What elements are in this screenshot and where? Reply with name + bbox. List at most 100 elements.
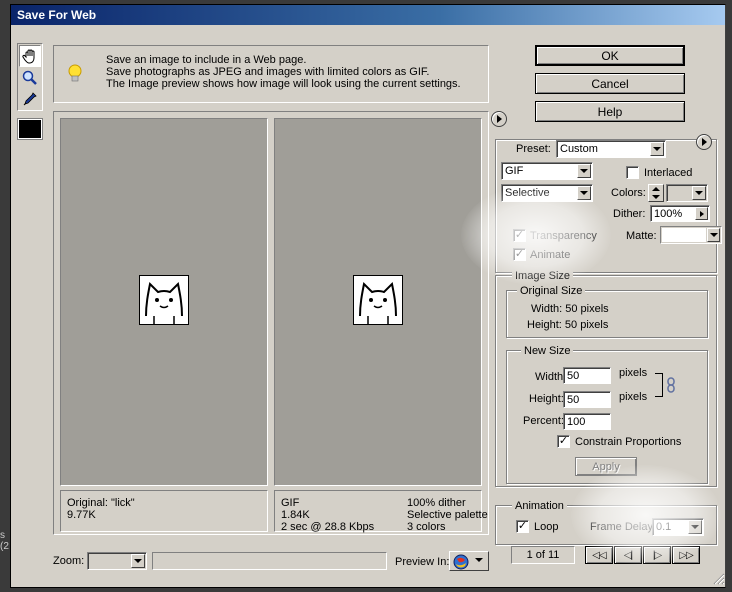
play-arrow-icon [701,138,707,146]
toolbox [17,43,43,111]
apply-button[interactable]: Apply [575,457,637,476]
palette-value: Selective [505,187,550,199]
save-for-web-dialog: Save For Web Save an image to include in… [10,4,726,588]
play-arrow-icon [496,115,502,123]
transparency-checkbox[interactable]: ✓ [513,229,526,242]
frame-delay-label: Frame Delay: [590,521,657,533]
browser-icon [453,554,469,573]
preview-in-label: Preview In: [395,556,450,568]
chevron-down-icon [577,186,591,200]
info-panel: Save an image to include in a Web page. … [53,45,489,103]
optimized-image-thumbnail [353,275,403,325]
optimized-colors: 3 colors [407,521,446,533]
constrain-proportions-label: Constrain Proportions [575,436,682,448]
dither-slider-button[interactable] [695,207,708,220]
loop-label: Loop [534,521,559,533]
image-size-title: Image Size [512,270,574,282]
format-dropdown[interactable]: GIF [501,162,593,180]
optimize-menu-left-button[interactable] [491,111,507,127]
resize-grip[interactable] [711,571,725,585]
colors-label: Colors: [611,187,646,199]
original-info: Original: "lick" 9.77K [60,490,268,532]
chevron-down-icon [692,186,706,200]
chain-link-icon [667,377,675,396]
constrain-link-bracket [655,373,663,397]
dither-label: Dither: [613,208,646,220]
original-width: Width: 50 pixels [531,303,609,315]
original-image-thumbnail [139,275,189,325]
chevron-down-icon [475,558,483,562]
next-frame-button[interactable]: |▷ [643,546,671,564]
info-line-3: The Image preview shows how image will l… [106,78,461,90]
original-size-title: Original Size [517,285,586,297]
optimized-info: GIF 1.84K 2 sec @ 28.8 Kbps 100% dither … [274,490,488,533]
ok-button[interactable]: OK [535,45,685,66]
status-bar [152,552,387,570]
settings-group: Preset: Custom GIF Selective Interlaced … [495,134,722,273]
width-unit-label: pixels [619,367,648,379]
interlaced-label: Interlaced [644,167,693,179]
animate-checkbox[interactable]: ✓ [513,248,526,261]
preset-label: Preset: [516,143,551,155]
chevron-down-icon [650,142,664,156]
original-preview-pane[interactable] [60,118,268,486]
original-height: Height: 50 pixels [527,319,609,331]
loop-checkbox[interactable]: ✓ [516,520,529,533]
window-title: Save For Web [11,5,725,25]
zoom-icon[interactable] [19,67,41,89]
preview-area: Original: "lick" 9.77K GIF 1.84K 2 sec @… [53,111,489,535]
animation-title: Animation [512,500,567,512]
matte-label: Matte: [626,230,657,242]
new-width-label: Width: [535,371,567,383]
optimized-preview-pane[interactable] [274,118,482,486]
new-height-label: Height: [529,393,564,405]
eyedropper-color-swatch[interactable] [17,118,43,140]
dither-value: 100% [654,208,683,220]
matte-color-swatch [662,228,706,242]
background-app: s (2 [0,0,10,592]
background-app-text: s (2 [0,530,9,552]
interlaced-checkbox[interactable] [626,166,639,179]
palette-dropdown[interactable]: Selective [501,184,593,202]
new-size-title: New Size [521,345,574,357]
new-height-input[interactable]: 50 [563,391,611,408]
new-size-group: New Size Width: 50 pixels Height: 50 pix… [506,345,708,484]
previous-frame-button[interactable]: ◁| [614,546,642,564]
chevron-down-icon [577,164,591,178]
original-size: 9.77K [67,509,96,521]
height-unit-label: pixels [619,391,648,403]
frame-delay-value: 0.1 [656,521,672,533]
chevron-down-icon [688,520,702,534]
preset-value: Custom [560,143,598,155]
zoom-label: Zoom: [53,555,85,567]
image-size-group: Image Size Original Size Width: 50 pixel… [495,270,717,487]
lightbulb-icon [68,64,82,87]
first-frame-button[interactable]: ◁◁ [585,546,613,564]
last-frame-button[interactable]: ▷▷ [672,546,700,564]
format-value: GIF [505,165,524,177]
new-width-input[interactable]: 50 [563,367,611,384]
help-button[interactable]: Help [535,101,685,122]
dither-input[interactable]: 100% [650,205,710,222]
matte-color-dropdown[interactable] [660,226,722,244]
zoom-dropdown[interactable] [87,552,147,570]
preset-dropdown[interactable]: Custom [556,140,666,158]
frame-counter: 1 of 11 [511,546,575,564]
original-size-group: Original Size Width: 50 pixels Height: 5… [506,285,708,338]
chevron-down-icon [707,228,720,242]
frame-counter-text: 1 of 11 [526,549,560,561]
animation-group: Animation ✓ Loop Frame Delay: 0.1 [495,500,717,545]
constrain-proportions-checkbox[interactable]: ✓ [557,435,570,448]
chevron-down-icon [131,554,145,568]
frame-delay-dropdown[interactable]: 0.1 [652,518,704,536]
colors-dropdown[interactable] [666,184,708,202]
transparency-label: Transparency [530,230,597,242]
preview-in-browser-button[interactable] [449,551,489,571]
cancel-button[interactable]: Cancel [535,73,685,94]
percent-label: Percent: [523,415,564,427]
percent-input[interactable]: 100 [563,413,611,430]
hand-icon[interactable] [19,45,41,67]
preset-menu-button[interactable] [696,134,712,150]
eyedropper-icon[interactable] [19,88,41,110]
colors-stepper[interactable] [648,184,664,202]
